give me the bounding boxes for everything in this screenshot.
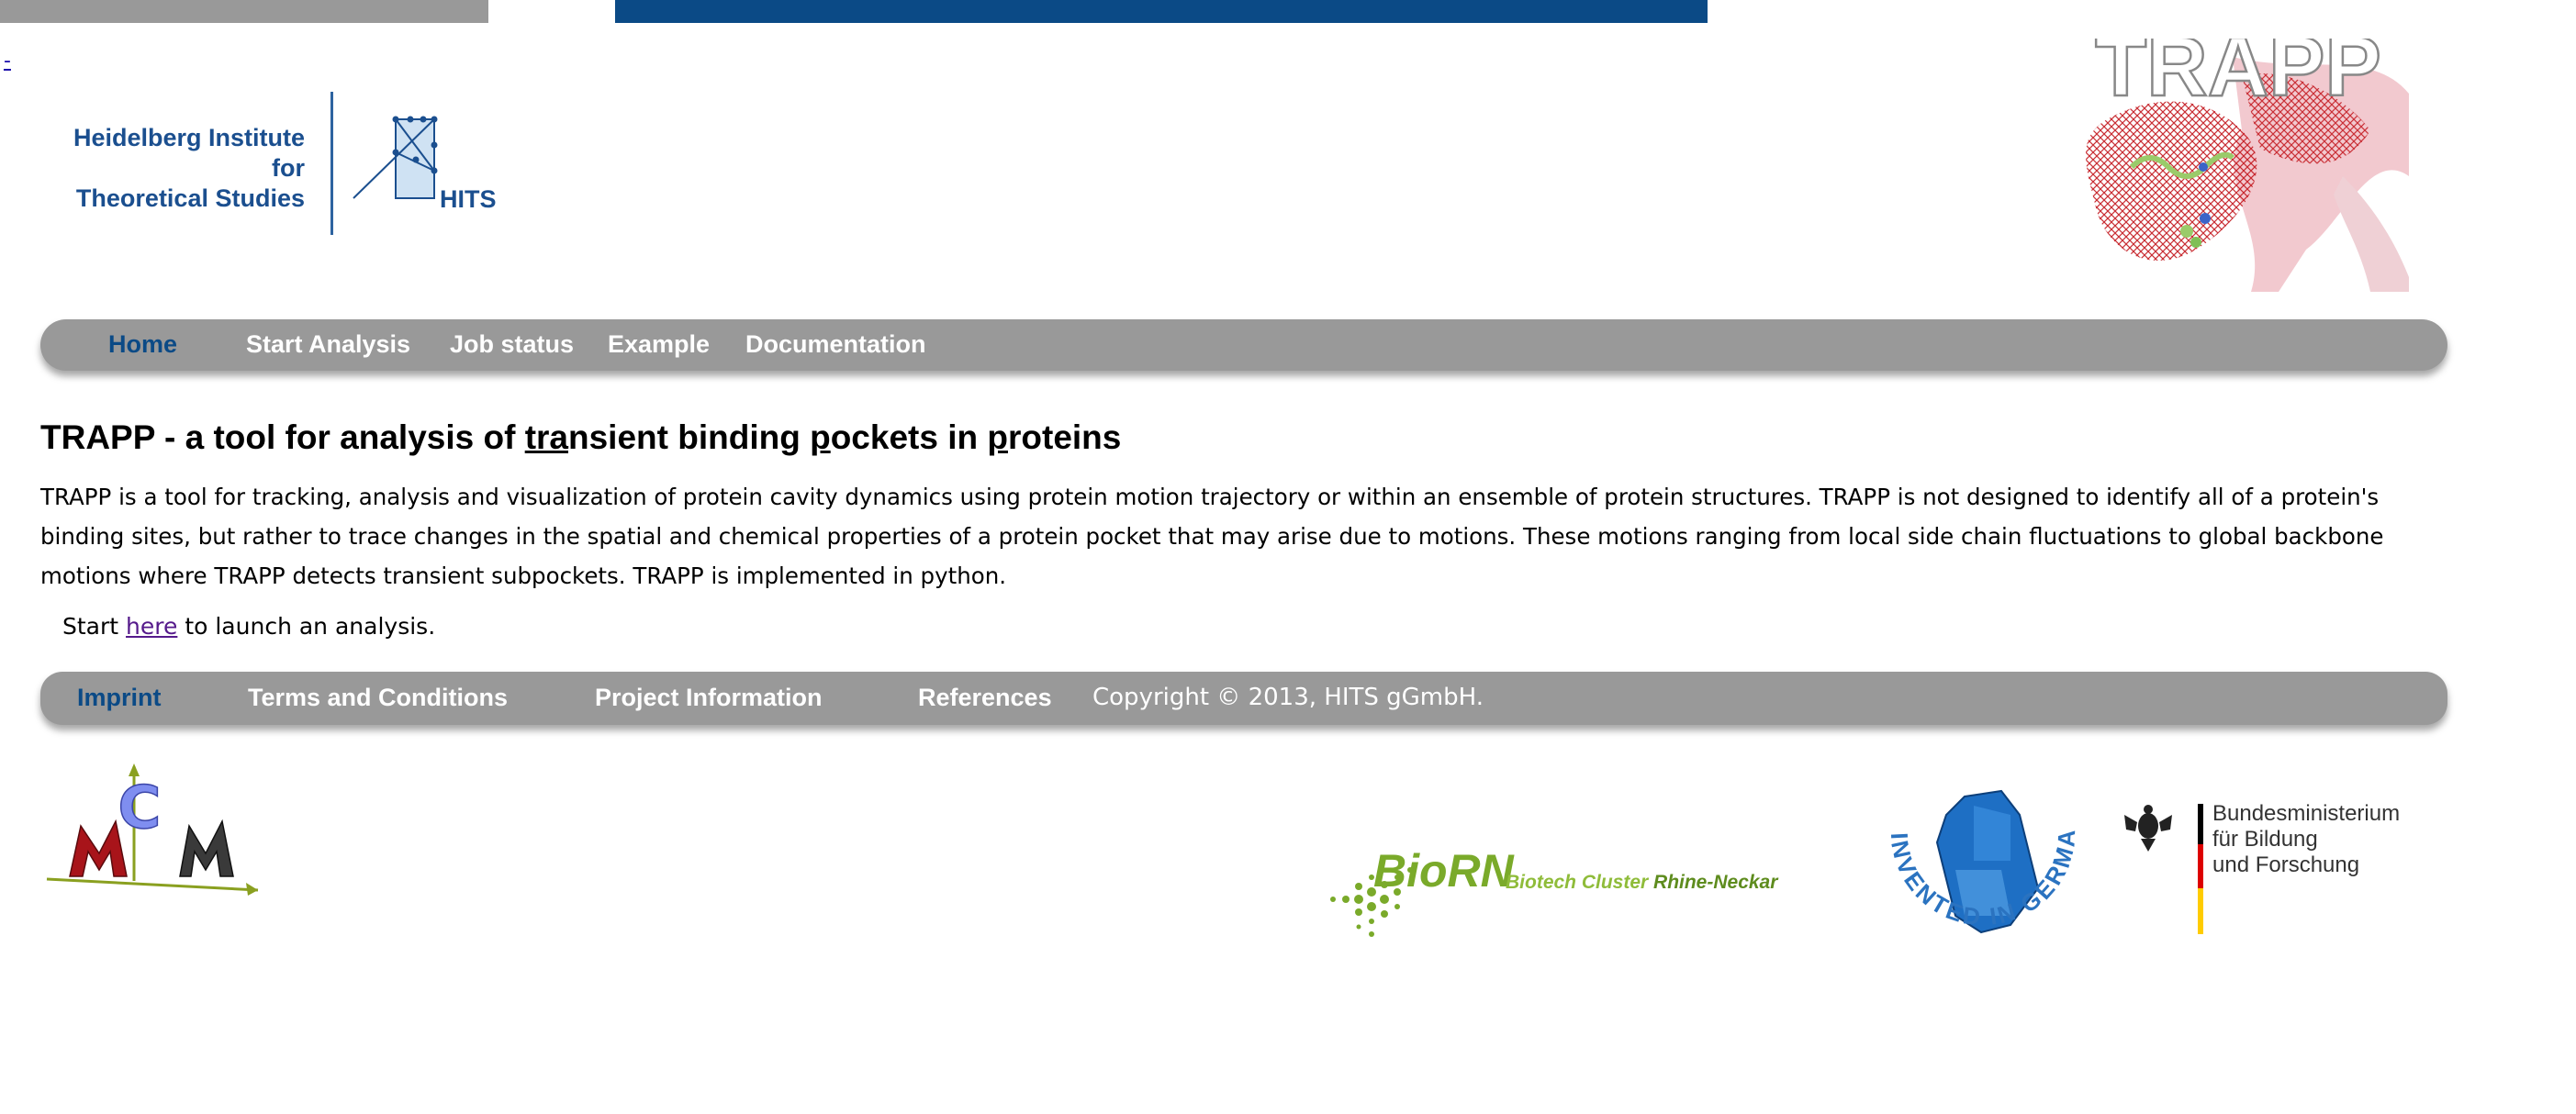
- footer-terms[interactable]: Terms and Conditions: [248, 684, 508, 712]
- title-part: TRAPP - a tool for analysis of: [40, 418, 525, 456]
- nav-job-status[interactable]: Job status: [450, 330, 574, 359]
- bmbf-line1: Bundesministerium: [2212, 801, 2400, 826]
- mcm-logo-c: C: [118, 774, 162, 842]
- nav-home[interactable]: Home: [108, 330, 177, 359]
- nav-example[interactable]: Example: [608, 330, 710, 359]
- hits-logo-divider: [330, 92, 333, 235]
- skip-link[interactable]: -: [4, 50, 11, 72]
- hits-abbrev: HITS: [440, 185, 497, 213]
- start-prefix: Start: [62, 613, 127, 640]
- top-strip-blue: [615, 0, 1708, 23]
- hits-logo[interactable]: Heidelberg Institute for Theoretical Stu…: [35, 92, 512, 239]
- top-strip-grey: [0, 0, 488, 23]
- biorn-subtitle: Biotech Cluster Rhine-Neckar: [1506, 872, 1779, 893]
- hits-mark-icon: HITS: [353, 116, 497, 213]
- title-part: nsient binding: [568, 418, 811, 456]
- bmbf-line2: für Bildung: [2212, 827, 2318, 852]
- title-underlined-p: p: [810, 418, 831, 456]
- tool-description: TRAPP is a tool for tracking, analysis a…: [40, 484, 2384, 589]
- footer-copyright: Copyright © 2013, HITS gGmbH.: [1092, 684, 1484, 711]
- title-part: roteins: [1008, 418, 1122, 456]
- invented-in-germany-logo[interactable]: INVENTED IN GERMANY: [1863, 756, 2093, 958]
- biorn-logo[interactable]: BioRN Biotech Cluster Rhine-Neckar: [1322, 844, 1799, 954]
- biorn-sub2: Rhine-Neckar: [1653, 872, 1779, 893]
- hits-logo-line1: Heidelberg Institute for: [73, 124, 305, 182]
- bmbf-logo[interactable]: Bundesministerium für Bildung und Forsch…: [2121, 798, 2414, 945]
- page-title: TRAPP - a tool for analysis of transient…: [40, 418, 1121, 457]
- bmbf-line3: und Forschung: [2212, 852, 2359, 877]
- footer-references[interactable]: References: [918, 684, 1052, 712]
- title-underlined-p: p: [987, 418, 1008, 456]
- trapp-banner-title: TRAPP: [2095, 39, 2381, 114]
- title-underlined-tra: tra: [524, 418, 568, 456]
- nav-start-analysis[interactable]: Start Analysis: [246, 330, 410, 359]
- trapp-banner-image: TRAPP: [2067, 39, 2409, 292]
- start-suffix: to launch an analysis.: [177, 613, 436, 640]
- main-navbar: Home Start Analysis Job status Example D…: [40, 319, 2447, 371]
- start-analysis-line: Start here to launch an analysis.: [62, 613, 435, 640]
- nav-documentation[interactable]: Documentation: [745, 330, 926, 359]
- footer-imprint[interactable]: Imprint: [77, 684, 162, 712]
- biorn-sub1: Biotech Cluster: [1506, 872, 1653, 893]
- title-part: ockets in: [830, 418, 988, 456]
- start-here-link[interactable]: here: [126, 613, 177, 640]
- hits-logo-line2: Theoretical Studies: [75, 184, 305, 212]
- footer-navbar: Imprint Terms and Conditions Project Inf…: [40, 672, 2447, 725]
- biorn-name: BioRN: [1373, 845, 1515, 897]
- mcm-logo[interactable]: C: [42, 762, 263, 899]
- footer-project-info[interactable]: Project Information: [595, 684, 823, 712]
- hits-logo-text: Heidelberg Institute for Theoretical Stu…: [35, 123, 305, 214]
